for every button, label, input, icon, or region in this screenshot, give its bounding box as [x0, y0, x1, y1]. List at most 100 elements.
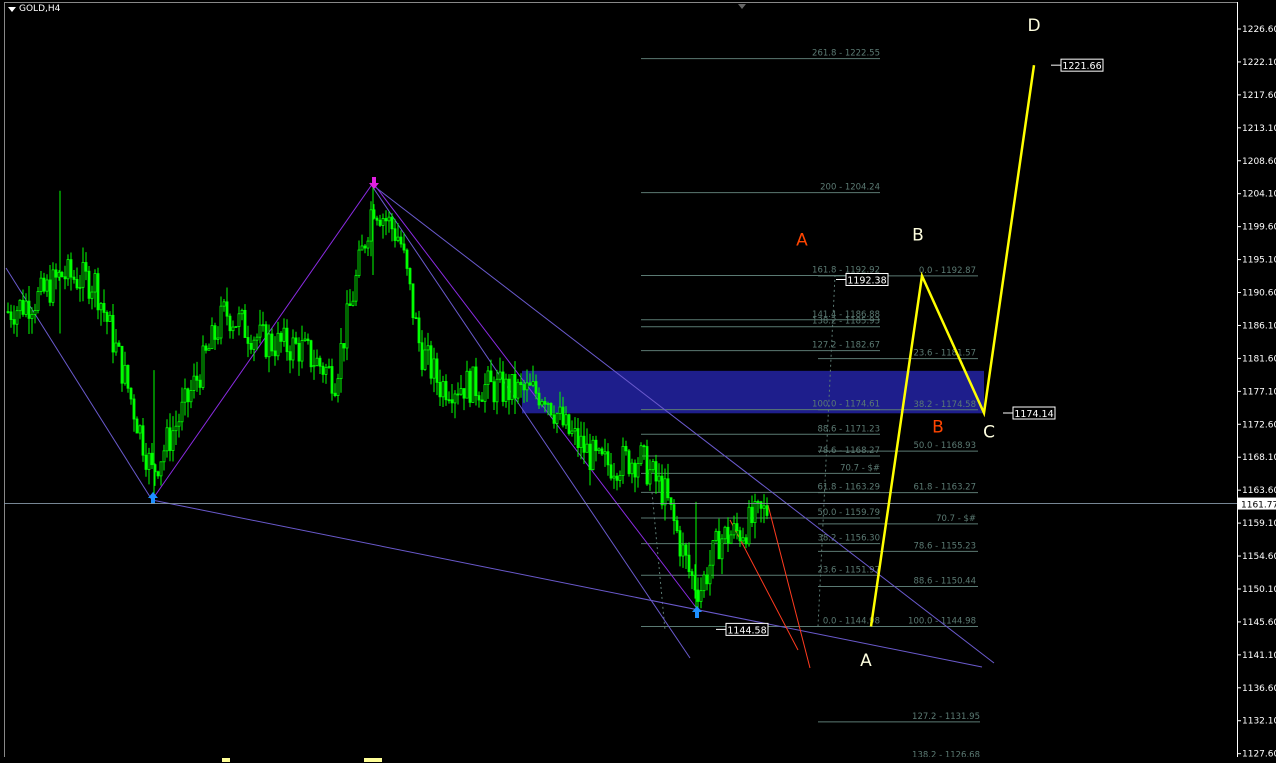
candle	[78, 286, 82, 289]
candle	[582, 435, 586, 453]
candle	[93, 273, 97, 293]
fib-ret-label: 100.0 - 1144.98	[908, 616, 976, 626]
candle	[63, 276, 67, 280]
candle	[315, 357, 319, 366]
candle	[459, 388, 463, 395]
candle	[681, 544, 685, 557]
candle	[765, 505, 769, 516]
candle	[294, 337, 298, 344]
candle	[483, 384, 487, 402]
candle	[321, 365, 325, 375]
candle	[645, 446, 649, 485]
candle	[39, 277, 43, 292]
chart-title[interactable]: GOLD,H4	[8, 4, 60, 14]
candle	[543, 401, 547, 405]
candle	[714, 530, 718, 542]
pattern-label: A	[796, 231, 808, 251]
candle	[513, 374, 517, 399]
y-tick-label: 1172.60	[1242, 420, 1276, 430]
candle	[576, 428, 580, 448]
candle	[537, 392, 541, 406]
candle	[123, 364, 127, 384]
y-tick-label: 1132.10	[1242, 717, 1276, 727]
candle	[630, 462, 634, 475]
candle	[279, 332, 283, 342]
candle	[426, 345, 430, 351]
candle	[387, 216, 391, 222]
candle	[264, 324, 268, 358]
scroll-marker-icon	[738, 4, 746, 9]
candle	[351, 300, 355, 306]
candle	[156, 471, 160, 477]
candle	[750, 506, 754, 524]
candle	[675, 520, 679, 532]
candle	[393, 228, 397, 241]
candle	[54, 269, 58, 278]
candle	[711, 540, 715, 566]
candle	[225, 301, 229, 317]
candle	[687, 554, 691, 573]
pattern-label: B	[932, 417, 944, 437]
candle	[117, 342, 121, 347]
candle	[585, 443, 589, 453]
candle	[738, 530, 742, 542]
candle	[705, 574, 709, 585]
candle	[6, 311, 10, 313]
fib-ext-label: 138.2 - 1185.93	[812, 317, 880, 327]
projection-line	[767, 504, 811, 669]
fib-ret-label: 70.7 - $#	[936, 514, 976, 524]
candle	[72, 276, 76, 280]
candle	[690, 571, 694, 576]
candle	[204, 345, 208, 351]
y-tick-label: 1168.10	[1242, 453, 1276, 463]
candle	[366, 240, 370, 249]
y-tick-label: 1186.10	[1242, 321, 1276, 331]
candle	[171, 430, 175, 451]
candle	[558, 406, 562, 415]
candle	[519, 381, 523, 386]
candle	[489, 370, 493, 383]
y-tick-label: 1159.10	[1242, 519, 1276, 529]
candle	[69, 259, 73, 278]
candle	[621, 445, 625, 476]
candle	[384, 218, 388, 222]
fib-ext-label: 23.6 - 1151.97	[817, 565, 880, 575]
candle	[267, 333, 271, 358]
candle	[30, 314, 34, 319]
candle	[9, 311, 13, 320]
fib-ret-label: 88.6 - 1150.44	[913, 576, 976, 586]
candle	[336, 378, 340, 396]
candle	[486, 370, 490, 386]
candle	[627, 450, 631, 475]
candle	[270, 333, 274, 352]
candle	[639, 445, 643, 464]
candle	[174, 425, 178, 432]
y-tick-label: 1226.60	[1242, 25, 1276, 35]
dropdown-icon[interactable]	[8, 6, 16, 12]
candle	[159, 461, 163, 477]
y-tick-label: 1208.60	[1242, 157, 1276, 167]
candle	[729, 534, 733, 544]
y-tick-label: 1145.60	[1242, 618, 1276, 628]
candle	[525, 382, 529, 391]
fib-ext-label: 261.8 - 1222.55	[812, 49, 880, 59]
candle	[246, 337, 250, 344]
fib-ret-label: 0.0 - 1192.87	[919, 266, 976, 276]
candle	[15, 310, 19, 325]
candle	[744, 537, 748, 545]
candle	[747, 506, 751, 545]
candle	[456, 393, 460, 396]
candle	[183, 388, 187, 403]
candle	[435, 358, 439, 383]
candle	[306, 338, 310, 342]
candle	[96, 273, 100, 311]
candle	[75, 279, 79, 289]
candle	[732, 523, 736, 536]
candle	[471, 366, 475, 403]
candle	[432, 358, 436, 379]
candle	[378, 219, 382, 226]
candle	[603, 451, 607, 455]
pattern-label: D	[1027, 16, 1040, 36]
candle	[195, 375, 199, 381]
candle	[447, 399, 451, 402]
